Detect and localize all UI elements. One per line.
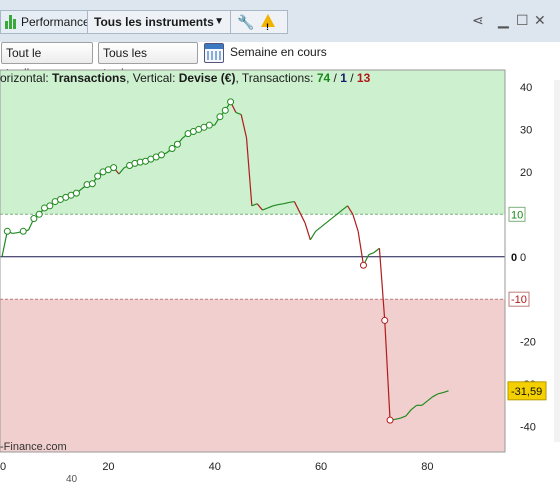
x-tick-label: 80: [421, 461, 433, 473]
y-tick-label: 0: [520, 252, 526, 264]
trade-marker-loss: [381, 316, 389, 324]
info-horizontal: Transactions: [52, 71, 127, 85]
trade-marker-profit: [216, 113, 224, 121]
series-segment: [315, 226, 322, 232]
info-slash2: /: [346, 71, 357, 85]
close-icon[interactable]: ✕: [534, 12, 546, 29]
series-segment: [288, 200, 295, 204]
background-chart-strip: [554, 80, 560, 442]
threshold-label: 10: [511, 209, 523, 221]
tab-instruments-label: Tous les instruments: [94, 15, 214, 29]
trading-filter-dropdown[interactable]: Tout le trading▼: [1, 42, 93, 80]
info-prefix: orizontal:: [0, 71, 53, 85]
tools-tab: 🔧 !: [230, 10, 288, 34]
lower-axis-label: 40: [66, 474, 78, 485]
trade-marker-profit: [110, 164, 118, 172]
minimize-icon[interactable]: ▁: [498, 12, 509, 29]
trade-marker-loss: [359, 261, 367, 269]
maximize-icon[interactable]: ☐: [516, 12, 529, 29]
series-segment: [352, 214, 359, 232]
series-segment: [331, 213, 338, 220]
trade-marker-profit: [205, 121, 213, 129]
filter-toolbar: Tout le trading▼ Tous les trades▼ Semain…: [0, 42, 560, 80]
series-segment: [357, 231, 365, 266]
info-slash1: /: [330, 71, 341, 85]
x-tick-label: 40: [209, 461, 221, 473]
series-segment: [373, 247, 380, 253]
trade-marker-profit: [72, 189, 80, 197]
trade-marker-profit: [221, 106, 229, 114]
count-green: 74: [316, 71, 331, 85]
trade-marker-profit: [227, 98, 235, 106]
series-segment: [368, 251, 375, 256]
share-icon[interactable]: ⋖: [472, 12, 484, 29]
series-segment: [320, 222, 327, 228]
tab-performance[interactable]: Performance: [0, 10, 90, 34]
watermark: -Finance.com: [0, 441, 67, 453]
y-tick-label: 40: [520, 82, 532, 94]
x-tick-label: 60: [315, 461, 327, 473]
calendar-icon[interactable]: [204, 43, 224, 63]
info-sep1: , Vertical:: [126, 71, 179, 85]
trade-marker-profit: [46, 202, 54, 210]
series-segment: [12, 231, 19, 235]
trade-marker-profit: [30, 215, 38, 223]
trade-marker-profit: [168, 145, 176, 153]
trade-marker-profit: [157, 151, 165, 159]
y-tick-label: -40: [520, 422, 536, 434]
series-segment: [1, 231, 8, 257]
zero-label: 0: [511, 252, 517, 264]
loss-zone: [0, 299, 505, 452]
window-controls: ⋖ ▁ ☐ ✕: [472, 12, 552, 30]
equity-chart: 4030200-20-30-40010-10-31,5902040608040: [0, 69, 560, 485]
bar-chart-icon: [5, 15, 17, 29]
period-label[interactable]: Semaine en cours: [230, 45, 327, 59]
threshold-label: -10: [511, 294, 527, 306]
series-segment: [309, 230, 317, 241]
series-segment: [304, 222, 311, 240]
trade-marker-profit: [88, 180, 96, 188]
wrench-icon[interactable]: 🔧: [237, 11, 254, 33]
trade-marker-profit: [3, 227, 11, 235]
series-segment: [278, 203, 284, 206]
trade-marker-loss: [386, 416, 394, 424]
trade-marker-profit: [35, 210, 43, 218]
tab-performance-label: Performance: [21, 15, 90, 29]
tab-instruments-dropdown[interactable]: Tous les instruments ▼: [87, 10, 231, 34]
trade-marker-profit: [19, 227, 27, 235]
x-tick-label: 0: [0, 461, 6, 473]
trade-marker-profit: [94, 172, 102, 180]
y-tick-label: 30: [520, 124, 532, 136]
warning-icon[interactable]: !: [261, 14, 275, 32]
info-sep2: , Transactions:: [235, 71, 317, 85]
y-tick-label: -20: [520, 337, 536, 349]
trades-filter-dropdown[interactable]: Tous les trades▼: [98, 42, 198, 80]
window-titlebar: Performance Tous les instruments ▼ 🔧 ! ⋖…: [0, 0, 560, 43]
x-tick-label: 20: [102, 461, 114, 473]
last-value-label: -31,59: [511, 386, 542, 398]
chevron-down-icon: ▼: [214, 16, 224, 27]
chart-info-line: orizontal: Transactions, Vertical: Devis…: [0, 71, 370, 85]
trade-marker-profit: [173, 140, 181, 148]
y-tick-label: 20: [520, 167, 532, 179]
series-segment: [325, 218, 332, 224]
info-vertical: Devise (€): [178, 71, 236, 85]
count-neutral: 1: [340, 71, 347, 85]
count-red: 13: [356, 71, 371, 85]
